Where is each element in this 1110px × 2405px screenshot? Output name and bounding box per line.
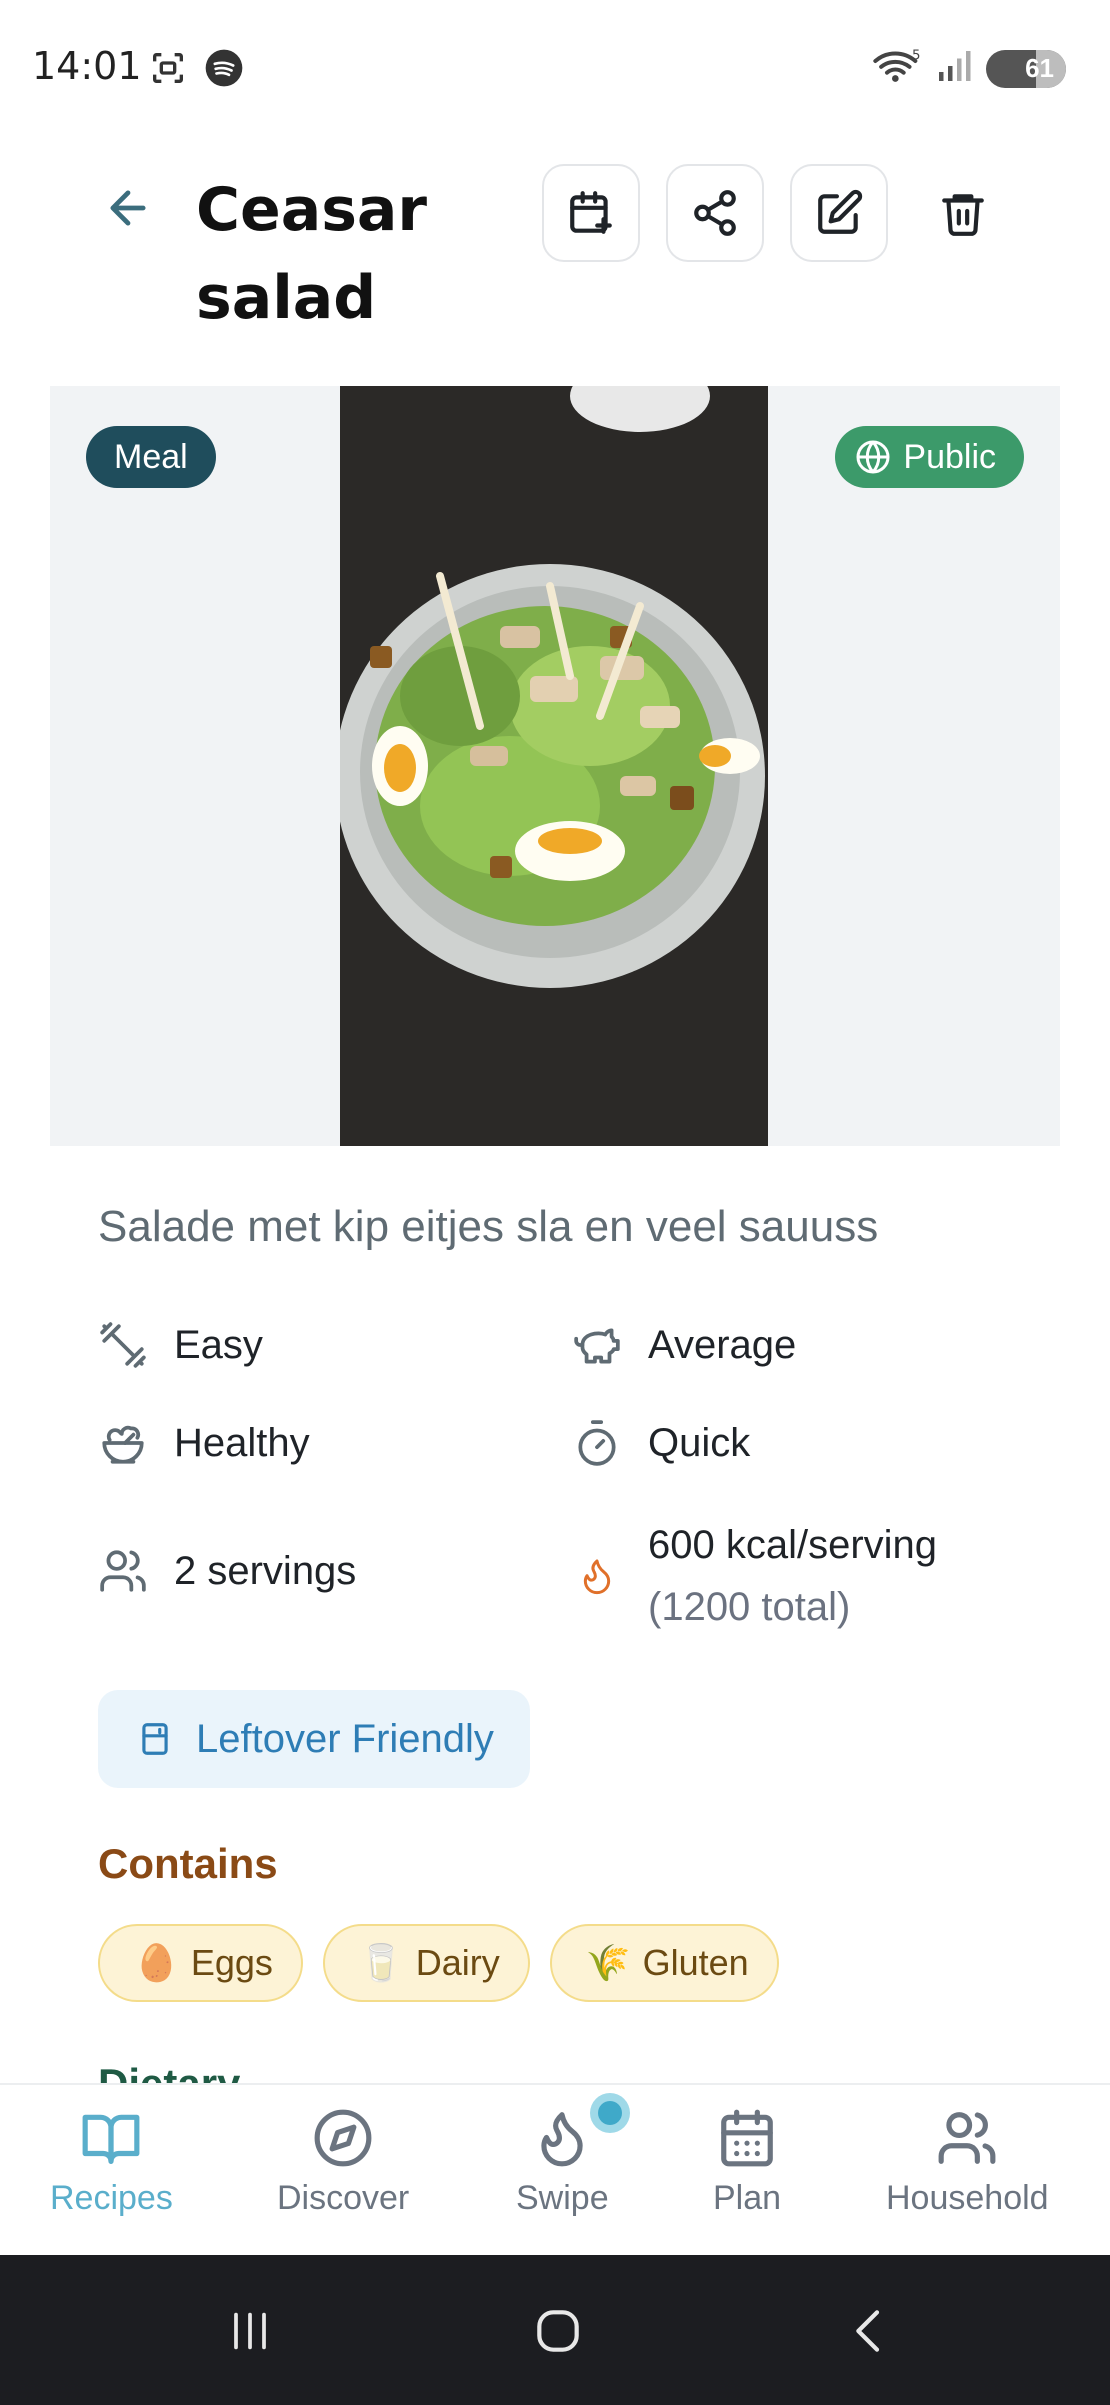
- leftover-label: Leftover Friendly: [196, 1716, 494, 1761]
- speed-label: Quick: [648, 1420, 751, 1465]
- salad-icon: [98, 1418, 148, 1468]
- bottom-navigation: Recipes Discover Swipe Plan Household: [0, 2083, 1110, 2255]
- calories-text: 600 kcal/serving (1200 total): [648, 1514, 937, 1638]
- nav-label: Household: [886, 2179, 1049, 2217]
- home-button[interactable]: [520, 2293, 596, 2369]
- allergen-chip-eggs: 🥚 Eggs: [98, 1924, 303, 2002]
- notification-dot: [590, 2093, 630, 2133]
- arrow-left-icon: [110, 190, 146, 226]
- difficulty-label: Easy: [174, 1322, 263, 1367]
- nav-item-plan[interactable]: Plan: [713, 2107, 781, 2218]
- share-icon: [694, 190, 736, 236]
- status-icons-right: 5 61: [872, 46, 1066, 91]
- nav-item-recipes[interactable]: Recipes: [50, 2107, 173, 2218]
- speed-info: Quick: [572, 1418, 750, 1468]
- home-icon: [537, 2310, 579, 2352]
- svg-text:5: 5: [912, 48, 920, 63]
- page-title: Ceasar salad: [196, 175, 428, 333]
- allergen-chip-gluten: 🌾 Gluten: [549, 1924, 779, 2002]
- signal-icon: [936, 46, 972, 91]
- add-to-plan-button[interactable]: [542, 164, 640, 262]
- recents-icon: [234, 2312, 266, 2350]
- timer-icon: [572, 1418, 622, 1468]
- users-icon: [938, 2112, 996, 2164]
- cost-label: Average: [648, 1322, 797, 1367]
- nav-label: Swipe: [516, 2179, 609, 2217]
- servings-info: 2 servings: [98, 1546, 356, 1596]
- delete-button[interactable]: [914, 164, 1012, 262]
- status-bar: 14:01 5 61: [0, 0, 1110, 130]
- recents-button[interactable]: [212, 2293, 288, 2369]
- back-button[interactable]: [96, 176, 160, 240]
- book-icon: [83, 2114, 140, 2164]
- status-time: 14:01: [32, 44, 142, 88]
- trash-icon: [942, 194, 984, 236]
- nav-label: Recipes: [50, 2179, 173, 2217]
- difficulty-info: Easy: [98, 1320, 263, 1370]
- calendar-icon: [721, 2109, 773, 2167]
- egg-icon: 🥚: [134, 1942, 179, 1983]
- recipe-photo: [340, 386, 768, 1146]
- wifi-icon: 5: [872, 46, 922, 91]
- screenshot-icon: [148, 48, 188, 93]
- recipe-description: Salade met kip eitjes sla en veel sauuss: [98, 1202, 879, 1251]
- users-icon: [98, 1546, 148, 1596]
- servings-label: 2 servings: [174, 1548, 357, 1593]
- leftover-friendly-tag: Leftover Friendly: [98, 1690, 530, 1788]
- dumbbell-icon: [98, 1320, 148, 1370]
- allergen-label: Dairy: [415, 1942, 500, 1983]
- back-system-button[interactable]: [832, 2293, 908, 2369]
- calories-per-serving: 600 kcal/serving: [648, 1523, 938, 1567]
- allergen-label: Eggs: [190, 1942, 273, 1983]
- nav-label: Discover: [277, 2179, 410, 2217]
- meal-type-badge: Meal: [86, 426, 216, 488]
- battery-icon: 61: [986, 49, 1066, 88]
- nav-item-household[interactable]: Household: [886, 2107, 1049, 2218]
- nav-item-discover[interactable]: Discover: [277, 2107, 409, 2218]
- status-icons-left: [148, 48, 244, 93]
- calories-total: (1200 total): [648, 1585, 851, 1629]
- edit-icon: [818, 189, 863, 234]
- contains-heading: Contains: [98, 1840, 278, 1887]
- chevron-left-icon: [856, 2310, 880, 2352]
- wheat-icon: 🌾: [585, 1942, 631, 1983]
- globe-icon: [856, 440, 890, 474]
- container-icon: [142, 1723, 168, 1755]
- health-info: Healthy: [98, 1418, 310, 1468]
- allergen-label: Gluten: [642, 1942, 749, 1983]
- allergen-chip-dairy: 🥛 Dairy: [322, 1924, 530, 2002]
- cost-info: Average: [572, 1320, 796, 1370]
- nav-item-swipe[interactable]: Swipe: [516, 2093, 630, 2218]
- health-label: Healthy: [174, 1420, 310, 1465]
- calories-info: 600 kcal/serving (1200 total): [572, 1514, 937, 1638]
- flame-icon: [541, 2112, 583, 2167]
- calendar-add-icon: [570, 191, 612, 234]
- allergen-chips: 🥚 Eggs 🥛 Dairy 🌾 Gluten: [98, 1924, 779, 2002]
- share-button[interactable]: [666, 164, 764, 262]
- milk-icon: 🥛: [358, 1942, 404, 1983]
- piggy-bank-icon: [572, 1320, 622, 1370]
- spotify-icon: [204, 48, 244, 93]
- recipe-image-area: Meal Public: [50, 386, 1060, 1146]
- visibility-label: Public: [903, 437, 996, 476]
- edit-button[interactable]: [790, 164, 888, 262]
- system-navigation-bar: [0, 2255, 1110, 2405]
- flame-icon: [572, 1551, 622, 1601]
- nav-label: Plan: [713, 2179, 782, 2217]
- dietary-heading: Dietary: [98, 2060, 241, 2084]
- compass-icon: [314, 2109, 372, 2167]
- visibility-badge: Public: [835, 426, 1024, 488]
